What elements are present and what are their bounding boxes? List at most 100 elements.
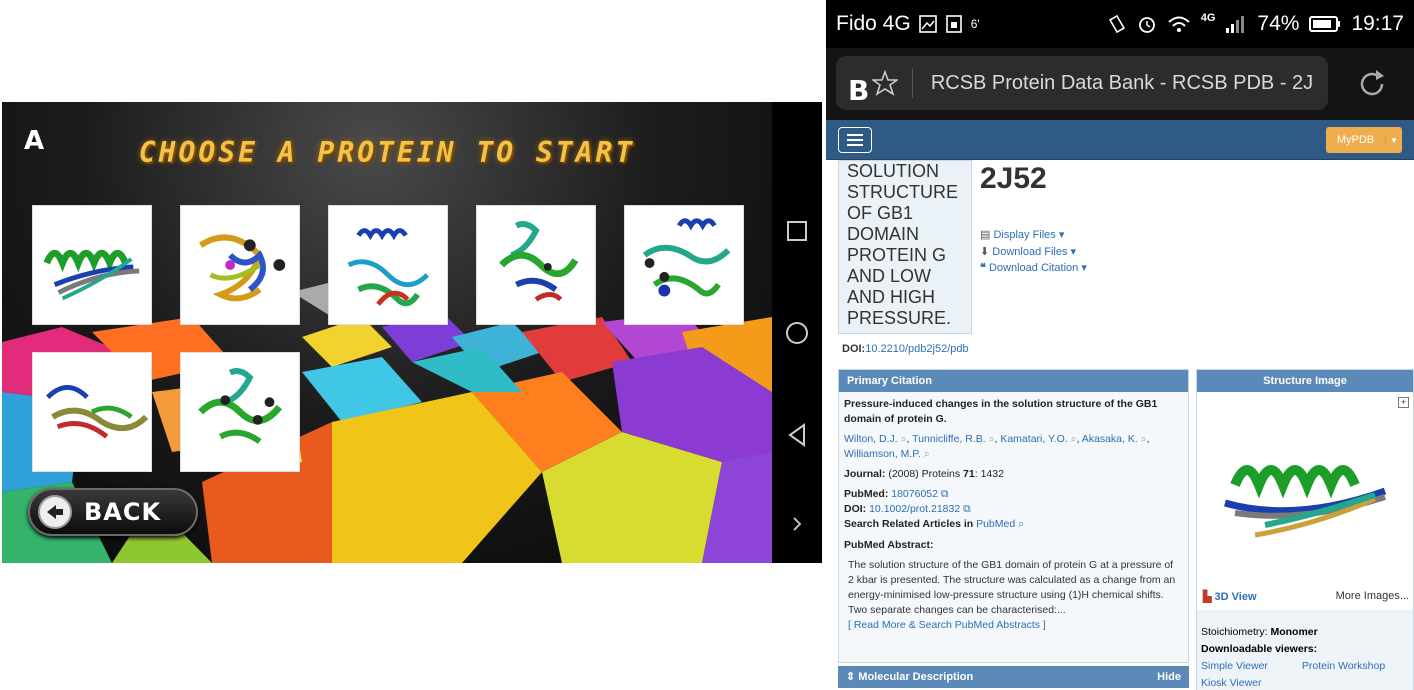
journal-volume: 71 [963, 468, 975, 480]
citation-doi-link[interactable]: 10.1002/prot.21832 [869, 503, 960, 515]
nav-back-button[interactable] [772, 420, 822, 450]
status-bar: Fido 4G 6' 4G 74% 19:17 [826, 0, 1414, 48]
mypdb-label: MyPDB [1326, 134, 1386, 146]
cubes-icon: ▙ [1203, 591, 1212, 603]
protein-option-2[interactable] [180, 205, 300, 325]
pubmed-line: PubMed: 18076052 ⧉ [844, 487, 1183, 502]
journal-page: : 1432 [974, 468, 1004, 480]
download-citation-link[interactable]: ❝ Download Citation ▾ [980, 261, 1087, 274]
hide-toggle[interactable]: Hide [1157, 666, 1181, 688]
structure-info: Stoichiometry: Monomer Downloadable view… [1197, 610, 1413, 690]
mypdb-button[interactable]: MyPDB ▼ [1326, 127, 1402, 153]
address-divider [911, 68, 913, 98]
protein-option-3[interactable] [328, 205, 448, 325]
vibrate-icon [1108, 14, 1125, 34]
home-button[interactable] [772, 318, 822, 348]
protein-option-4[interactable] [476, 205, 596, 325]
abstract-label: PubMed Abstract: [844, 539, 934, 551]
rcsb-pdb-mobile-browser: Fido 4G 6' 4G 74% 19:17 RCSB Protein Dat [826, 0, 1414, 690]
alarm-icon [1138, 17, 1155, 33]
protein-structure-image [43, 249, 140, 301]
expand-plus-icon[interactable]: + [1398, 397, 1409, 408]
protein-structure-image [198, 368, 283, 444]
structure-image[interactable] [1215, 425, 1395, 565]
protein-structure-image [199, 234, 286, 302]
citation-title: Pressure-induced changes in the solution… [844, 398, 1158, 425]
citation-doi-label: DOI: [844, 503, 867, 515]
simple-viewer-link[interactable]: Simple Viewer [1201, 660, 1268, 672]
pubmed-search-link[interactable]: PubMed [976, 518, 1015, 530]
primary-citation-header: Primary Citation [839, 370, 1188, 392]
refresh-icon[interactable] [1354, 66, 1390, 102]
pubmed-label: PubMed: [844, 488, 889, 500]
stoichiometry-value: Monomer [1270, 626, 1318, 638]
network-type-label: 4G [1200, 12, 1216, 24]
back-button[interactable]: BACK [28, 488, 198, 536]
download-citation-label: Download Citation ▾ [988, 262, 1087, 274]
back-label: BACK [84, 498, 162, 526]
protein-structure-image [642, 218, 731, 297]
doi-label: DOI: [842, 343, 866, 355]
structure-image-header: Structure Image [1197, 370, 1413, 392]
protein-option-6[interactable] [32, 352, 152, 472]
author-list: Wilton, D.J. ⌕, Tunnicliffe, R.B. ⌕, Kam… [844, 433, 1150, 460]
battery-icon [1309, 16, 1341, 32]
author-link[interactable]: Kamatari, Y.O. [1000, 433, 1067, 445]
pdb-navbar: MyPDB ▼ [826, 120, 1414, 160]
clock: 19:17 [1351, 12, 1404, 35]
star-icon[interactable] [872, 70, 898, 96]
read-more-link[interactable]: [ Read More & Search PubMed Abstracts ] [848, 619, 1046, 631]
protein-structure-image [499, 221, 579, 302]
author-link[interactable]: Williamson, M.P. [844, 448, 921, 460]
journal-label: Journal: [844, 468, 886, 480]
protein-option-1[interactable] [32, 205, 152, 325]
author-link[interactable]: Wilton, D.J. [844, 433, 898, 445]
protein-option-5[interactable] [624, 205, 744, 325]
author-search-icon: ⌕ [897, 433, 907, 445]
author-link[interactable]: Akasaka, K. [1082, 433, 1138, 445]
doi-link[interactable]: 10.2210/pdb2j52/pdb [865, 343, 968, 355]
viewer-links: Simple Viewer Protein Workshop [1201, 658, 1409, 675]
menu-button[interactable] [838, 127, 872, 153]
author-search-icon: ⌕ [985, 433, 995, 445]
android-nav-bar [772, 102, 822, 563]
protein-workshop-link[interactable]: Protein Workshop [1302, 660, 1385, 672]
more-images-link[interactable]: More Images... [1336, 590, 1409, 602]
citation-doi-line: DOI: 10.1002/prot.21832 ⧉ [844, 502, 1183, 517]
protein-structure-image [46, 384, 149, 439]
search-related-label: Search Related Articles in [844, 518, 977, 530]
download-files-link[interactable]: ⬇ Download Files ▾ [980, 245, 1076, 258]
kiosk-viewer-link[interactable]: Kiosk Viewer [1201, 677, 1262, 689]
sim-notification-icon [945, 15, 962, 33]
image-notification-icon [918, 15, 937, 33]
expand-nav-button[interactable] [772, 514, 822, 534]
download-files-label: Download Files ▾ [992, 246, 1077, 258]
download-icon: ⬇ [980, 246, 993, 258]
abstract-text: The solution structure of the GB1 domain… [848, 559, 1176, 616]
quote-icon: ❝ [980, 262, 989, 274]
search-related-line: Search Related Articles in PubMed ⌕ [844, 517, 1183, 532]
author-search-icon: ⌕ [1067, 433, 1077, 445]
viewers-label: Downloadable viewers: [1201, 643, 1318, 655]
primary-citation-card: Primary Citation Pressure-induced change… [838, 369, 1189, 663]
protein-option-7[interactable] [180, 352, 300, 472]
file-icon: ▤ [980, 229, 994, 241]
display-files-link[interactable]: ▤ Display Files ▾ [980, 228, 1064, 241]
stoichiometry-line: Stoichiometry: Monomer [1201, 624, 1409, 641]
structure-image-card: Structure Image + ▙ 3D View More Images.… [1196, 369, 1414, 690]
author-link[interactable]: Tunnicliffe, R.B. [912, 433, 986, 445]
search-icon: ⌕ [1018, 518, 1025, 530]
small-indicator: 6' [970, 17, 980, 31]
panel-label: B [848, 74, 870, 107]
stoichiometry-label: Stoichiometry: [1201, 626, 1271, 638]
author-search-icon: ⌕ [920, 448, 930, 460]
pubmed-link[interactable]: 18076052 [891, 488, 938, 500]
journal-text: (2008) Proteins [885, 468, 964, 480]
3d-view-link[interactable]: ▙ 3D View [1203, 590, 1257, 603]
address-bar[interactable]: RCSB Protein Data Bank - RCSB PDB - 2J [836, 56, 1328, 110]
recent-apps-button[interactable] [772, 218, 822, 244]
author-search-icon: ⌕ [1137, 433, 1147, 445]
molecular-description-header[interactable]: ⇕ Molecular Description Hide [838, 666, 1189, 688]
wifi-icon [1168, 16, 1190, 32]
choose-protein-title: CHOOSE A PROTEIN TO START [138, 136, 636, 169]
